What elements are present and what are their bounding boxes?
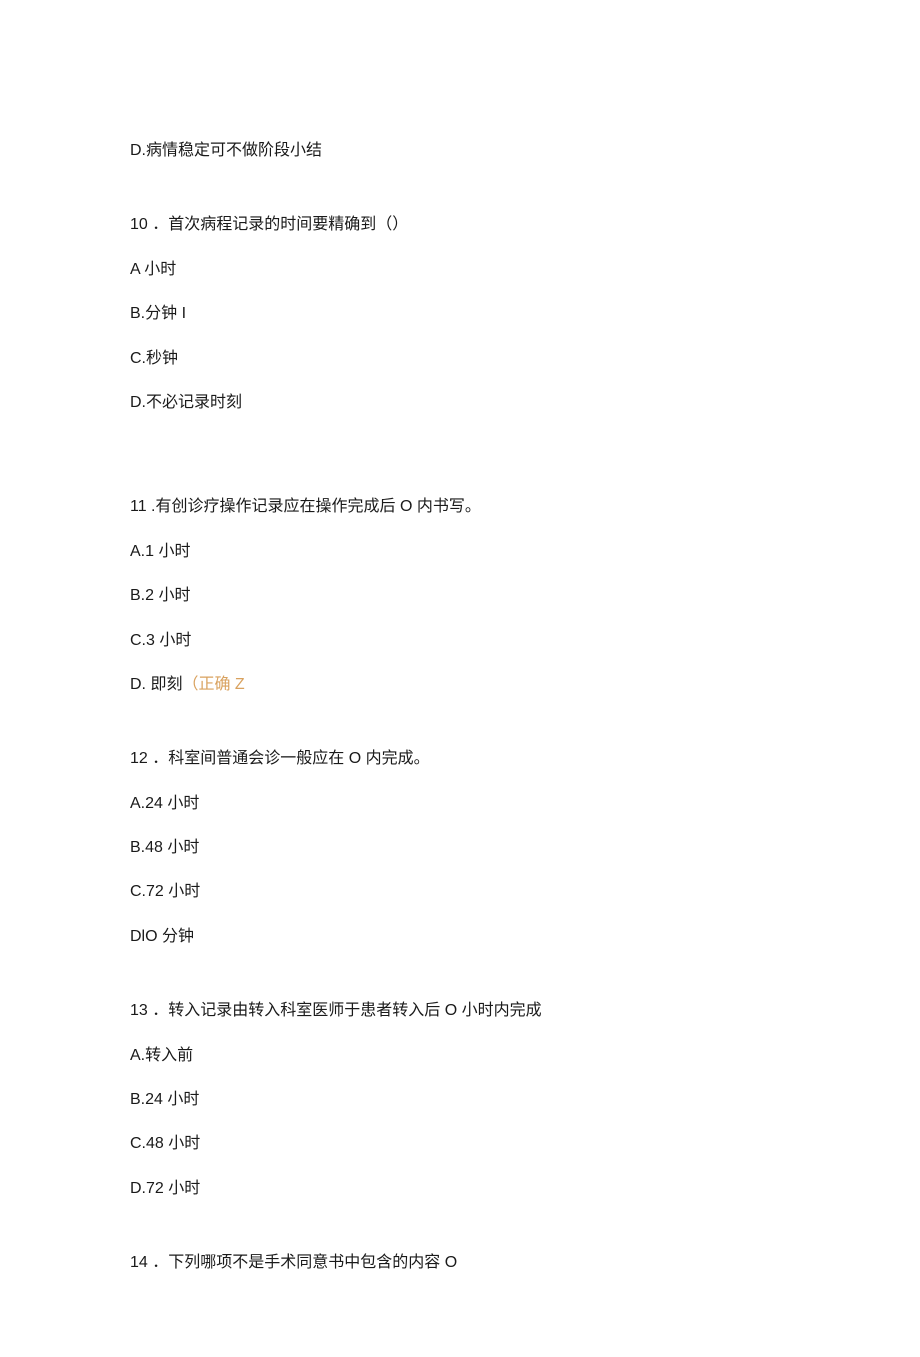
q12-option-b: B.48 小时 — [130, 837, 790, 859]
spacer — [130, 184, 790, 214]
q10-option-d: D.不必记录时刻 — [130, 392, 790, 414]
q13-stem: 13 ．转入记录由转入科室医师于患者转入后 O 小时内完成 — [130, 1000, 790, 1022]
q11-stem: 11 .有创诊疗操作记录应在操作完成后 O 内书写。 — [130, 496, 790, 518]
q14-stem: 14 ．下列哪项不是手术同意书中包含的内容 O — [130, 1252, 790, 1274]
q10-option-c: C.秒钟 — [130, 348, 790, 370]
q10-option-b: B.分钟 I — [130, 303, 790, 325]
q11-option-c: C.3 小时 — [130, 630, 790, 652]
q12-option-a: A.24 小时 — [130, 793, 790, 815]
q11-option-d: D. 即刻（正确 Z — [130, 674, 790, 696]
q12-option-d: DlO 分钟 — [130, 926, 790, 948]
q12-stem: 12 ．科室间普通会诊一般应在 O 内完成。 — [130, 748, 790, 770]
q13-option-d: D.72 小时 — [130, 1178, 790, 1200]
q9-option-d: D.病情稳定可不做阶段小结 — [130, 140, 790, 162]
exam-page: D.病情稳定可不做阶段小结 10 ．首次病程记录的时间要精确到（） A 小时 B… — [0, 0, 920, 1357]
spacer — [130, 436, 790, 466]
q10-option-a: A 小时 — [130, 259, 790, 281]
q13-option-b: B.24 小时 — [130, 1089, 790, 1111]
spacer — [130, 718, 790, 748]
q10-stem: 10 ．首次病程记录的时间要精确到（） — [130, 214, 790, 236]
q13-option-c: C.48 小时 — [130, 1133, 790, 1155]
q11-correct-marker: （正确 Z — [182, 676, 244, 693]
q11-option-d-text: D. 即刻 — [130, 676, 182, 693]
q12-option-c: C.72 小时 — [130, 881, 790, 903]
spacer — [130, 1222, 790, 1252]
q11-option-a: A.1 小时 — [130, 541, 790, 563]
q13-option-a: A.转入前 — [130, 1045, 790, 1067]
q11-option-b: B.2 小时 — [130, 585, 790, 607]
spacer — [130, 970, 790, 1000]
spacer — [130, 466, 790, 496]
